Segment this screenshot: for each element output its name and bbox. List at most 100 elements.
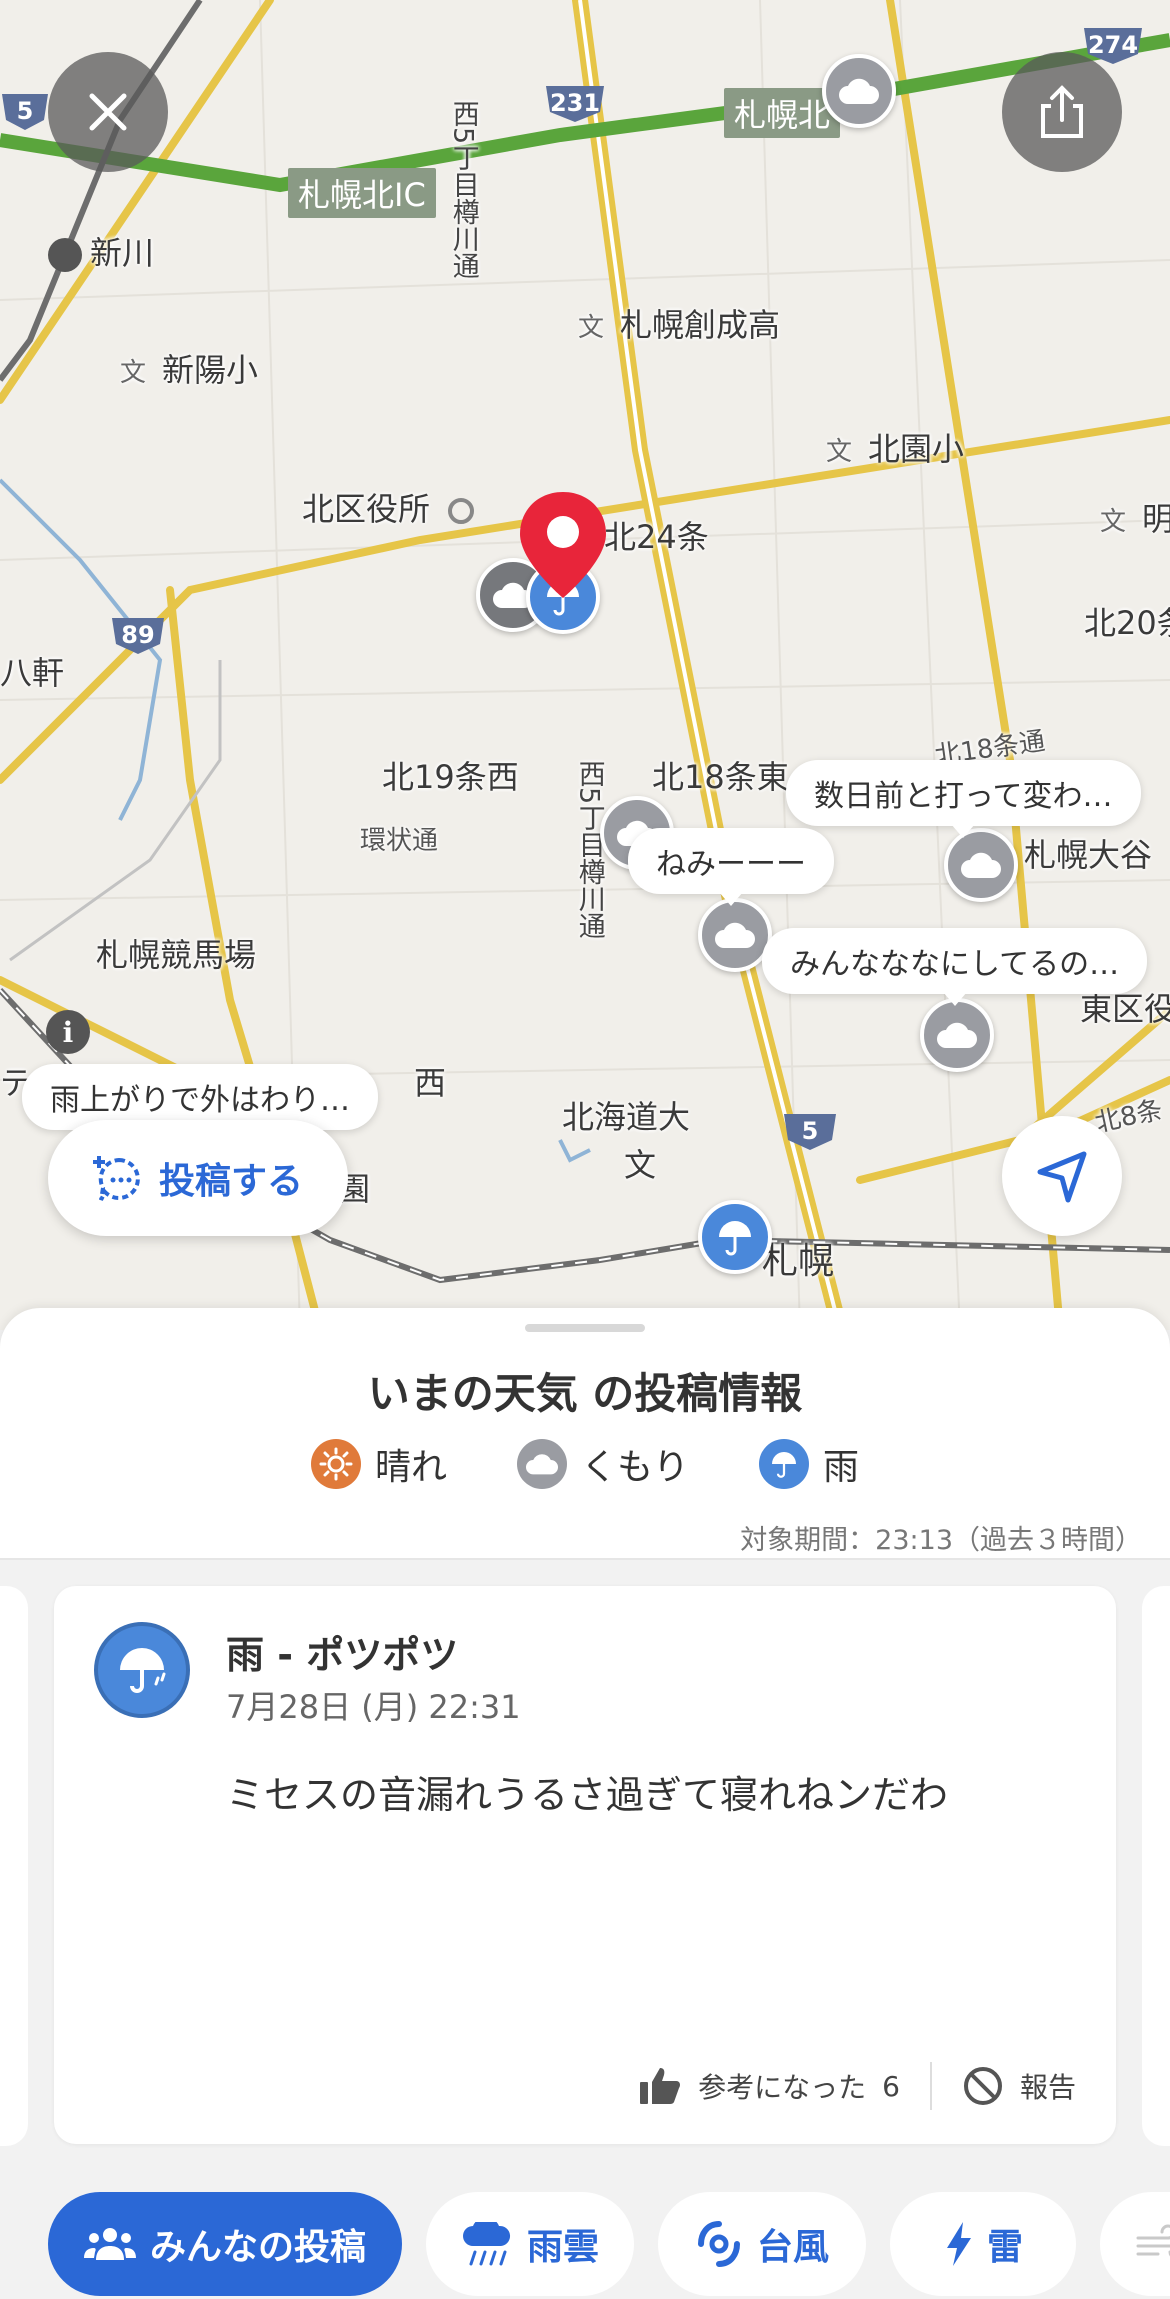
route-shield-231: 231 <box>544 82 606 124</box>
share-button[interactable] <box>1002 52 1122 172</box>
post-card[interactable]: 雨 - ポツポツ 7月28日 (月) 22:31 ミセスの音漏れうるさ過ぎて寝れ… <box>54 1586 1116 2144</box>
add-comment-icon <box>92 1156 140 1201</box>
nav-thunder[interactable]: 雷 <box>890 2192 1076 2296</box>
nav-wind[interactable] <box>1100 2192 1170 2296</box>
cloud-icon <box>516 1439 567 1489</box>
legend-label: くもり <box>580 1447 689 1488</box>
school-icon: 文 <box>826 437 853 467</box>
nav-typhoon[interactable]: 台風 <box>658 2192 866 2296</box>
nav-rain-cloud[interactable]: 雨雲 <box>426 2192 634 2296</box>
weather-marker-cloud[interactable] <box>698 898 772 972</box>
thumbs-up-icon <box>640 2068 681 2104</box>
nav-label: みんなの投稿 <box>149 2227 366 2268</box>
map-label-text: 新川 <box>90 234 155 272</box>
weather-marker-cloud[interactable] <box>944 828 1018 902</box>
navigation-arrow-icon <box>1037 1151 1087 1203</box>
nav-label: 雷 <box>986 2227 1023 2268</box>
app-root: 札幌北IC 札幌北 5 231 274 89 5 新川 文新陽小 文札幌創成高 … <box>0 0 1170 2299</box>
umbrella-icon <box>719 1221 751 1256</box>
map-label-text: 北園小 <box>868 430 965 468</box>
route-shield-89: 89 <box>110 614 166 656</box>
people-icon <box>83 2228 136 2260</box>
typhoon-icon <box>697 2221 740 2267</box>
cloud-icon <box>839 78 879 104</box>
map-label-road: 環状通 <box>360 826 439 856</box>
umbrella-icon <box>94 1622 190 1718</box>
map-label-text: 北区役所 <box>302 490 431 528</box>
legend-item-sunny: 晴れ <box>310 1438 447 1490</box>
lightning-icon <box>946 2222 971 2266</box>
map-label-school: 文札幌創成高 <box>578 300 780 346</box>
school-icon: 文 <box>624 1146 657 1184</box>
map-label-station: 北20条 <box>1084 604 1170 642</box>
report-label: 報告 <box>1019 2071 1076 2104</box>
legend-label: 晴れ <box>374 1447 447 1488</box>
location-pin-icon <box>520 492 606 598</box>
map-label-text: 札幌創成高 <box>620 306 781 344</box>
nav-everyone-posts[interactable]: みんなの投稿 <box>48 2192 402 2296</box>
post-body: ミセスの音漏れうるさ過ぎて寝れねンだわ <box>226 1773 949 1817</box>
previous-post-card[interactable] <box>0 1586 28 2146</box>
map-label-school: 文新陽小 <box>120 345 258 391</box>
map-label-station: 札幌 <box>762 1241 835 1282</box>
sheet-drag-handle[interactable] <box>525 1324 645 1332</box>
post-date: 7月28日 (月) 22:31 <box>226 1688 521 1726</box>
post-title: 雨 - ポツポツ <box>226 1633 459 1677</box>
map-label-text: 新陽小 <box>162 351 259 389</box>
weather-marker-rain[interactable] <box>698 1200 772 1274</box>
map-label-station: 新川 <box>48 228 154 274</box>
post-bubble[interactable]: ねみーーー <box>628 828 834 906</box>
legend-item-cloudy: くもり <box>516 1438 689 1490</box>
weather-map[interactable]: 札幌北IC 札幌北 5 231 274 89 5 新川 文新陽小 文札幌創成高 … <box>0 0 1170 1330</box>
share-icon <box>1041 85 1083 138</box>
next-post-card[interactable] <box>1142 1586 1170 2146</box>
map-label-school: 札幌大谷 <box>1024 836 1153 874</box>
map-label-area: 西 <box>414 1064 447 1102</box>
ic-tag-sapporo-kita-ic: 札幌北IC <box>288 168 436 218</box>
map-label-school: 文明 <box>1100 494 1170 540</box>
rain-cloud-icon <box>462 2222 510 2266</box>
map-label-text: 明 <box>1142 500 1170 538</box>
post-button-label: 投稿する <box>158 1161 303 1202</box>
map-label-racecourse: 札幌競馬場 <box>96 936 257 974</box>
info-icon[interactable]: i <box>46 1010 90 1054</box>
post-bubble[interactable]: 数日前と打って変わ… <box>786 760 1141 838</box>
current-location-button[interactable] <box>1002 1116 1122 1236</box>
map-label-station: 北18条東 <box>652 758 789 796</box>
post-carousel[interactable]: 雨 - ポツポツ 7月28日 (月) 22:31 ミセスの音漏れうるさ過ぎて寝れ… <box>0 1560 1170 2160</box>
route-shield-number: 5 <box>16 97 34 125</box>
route-shield-number: 274 <box>1087 31 1139 59</box>
post-bubble[interactable]: みんなななにしてるの… <box>762 928 1148 1006</box>
helpful-button[interactable]: 参考になった 6 <box>638 2066 900 2106</box>
post-button[interactable]: 投稿する <box>48 1120 348 1236</box>
legend-item-rain: 雨 <box>759 1438 859 1490</box>
wind-icon <box>1136 2224 1170 2257</box>
weather-marker-cloud[interactable] <box>822 54 896 128</box>
report-button[interactable]: 報告 <box>962 2065 1076 2107</box>
weather-legend: 晴れ くもり 雨 <box>0 1438 1170 1490</box>
weather-marker-cloud[interactable] <box>920 998 994 1072</box>
info-sheet: いまの天気 の投稿情報 晴れ くもり 雨 対象期間：23:13（過去３時間） <box>0 1308 1170 1568</box>
helpful-label: 参考になった <box>698 2071 867 2104</box>
sheet-title: いまの天気 の投稿情報 <box>367 1369 803 1418</box>
nav-label: 雨雲 <box>526 2227 599 2268</box>
map-label-university: 北海道大 <box>562 1098 691 1136</box>
school-icon: 文 <box>120 358 147 388</box>
route-shield-number: 231 <box>549 89 601 117</box>
route-shield-number: 89 <box>121 621 155 649</box>
close-icon <box>89 93 127 131</box>
cloud-icon <box>961 852 1001 878</box>
post-actions: 参考になった 6 報告 <box>638 2058 1076 2114</box>
map-label-ward-office: 北区役所 <box>302 484 475 530</box>
action-divider <box>929 2062 932 2110</box>
nav-label: 台風 <box>756 2227 829 2268</box>
prohibited-icon <box>963 2067 1002 2105</box>
legend-label: 雨 <box>823 1447 860 1488</box>
route-shield-5-bottom: 5 <box>782 1110 838 1152</box>
cloud-icon <box>937 1022 977 1048</box>
bottom-navigation: みんなの投稿 雨雲 台風 雷 <box>0 2160 1170 2299</box>
map-label-station: 北24条 <box>604 518 709 556</box>
map-label-station: 北19条西 <box>382 758 519 796</box>
school-icon: 文 <box>578 313 605 343</box>
close-button[interactable] <box>48 52 168 172</box>
